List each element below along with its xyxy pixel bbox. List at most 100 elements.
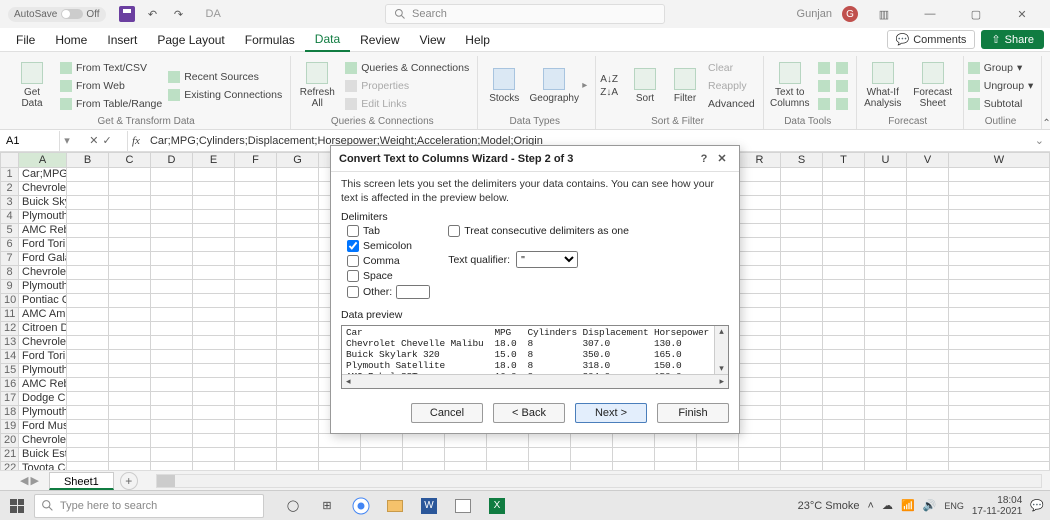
cell[interactable] [151,210,193,224]
cell[interactable] [823,210,865,224]
cell[interactable] [151,448,193,462]
cell[interactable] [949,420,1050,434]
cell[interactable] [949,182,1050,196]
cell[interactable] [67,182,109,196]
dialog-close-button[interactable]: ✕ [713,152,731,165]
za-sort-desc[interactable]: Z↓A [600,87,618,98]
cell[interactable] [277,350,319,364]
cell[interactable] [697,434,739,448]
cell[interactable] [907,350,949,364]
cell[interactable] [109,322,151,336]
cell[interactable] [277,364,319,378]
minimize-button[interactable]: — [910,2,950,26]
cell[interactable]: AMC Ambassador DPL;15.0;8;390.0;190.0;38… [19,308,67,322]
cell[interactable] [865,336,907,350]
cell[interactable] [67,322,109,336]
cell[interactable]: Citroen DS-21 Pallas;0;4;133.0;115.0;309… [19,322,67,336]
cell[interactable] [907,434,949,448]
delim-comma[interactable]: Comma [347,255,430,267]
cell[interactable] [235,308,277,322]
cell[interactable] [235,182,277,196]
cell[interactable] [487,448,529,462]
cell[interactable]: AMC Rebel SST;16.0;8;304.0;150.0;3433.;1… [19,224,67,238]
cell[interactable] [67,266,109,280]
cell[interactable] [823,336,865,350]
cell[interactable] [865,322,907,336]
language-indicator[interactable]: ENG [944,501,964,511]
cell[interactable] [781,378,823,392]
cell[interactable] [823,378,865,392]
cell[interactable] [193,238,235,252]
cell[interactable] [277,210,319,224]
cell[interactable] [193,392,235,406]
cell[interactable] [823,182,865,196]
cell[interactable] [823,364,865,378]
cell[interactable] [949,308,1050,322]
cell[interactable]: Car;MPG;Cylinders;Displacement;Horsepowe… [19,168,67,182]
cell[interactable] [151,378,193,392]
recent-sources[interactable]: Recent Sources [168,69,282,85]
cell[interactable] [907,182,949,196]
cell[interactable] [319,434,361,448]
cell[interactable] [907,196,949,210]
cell[interactable] [865,434,907,448]
cell[interactable] [445,448,487,462]
cell[interactable] [193,336,235,350]
cell[interactable] [235,280,277,294]
cell[interactable] [949,434,1050,448]
cell[interactable] [193,364,235,378]
cell[interactable]: Chevrolet Impala;14.0;8;454.0;220.0;4354… [19,266,67,280]
cell[interactable] [823,322,865,336]
row-header[interactable]: 16 [1,378,19,392]
cell[interactable] [907,210,949,224]
close-button[interactable]: ✕ [1002,2,1042,26]
cell[interactable] [151,434,193,448]
row-header[interactable]: 18 [1,406,19,420]
row-header[interactable]: 21 [1,448,19,462]
notifications-icon[interactable]: 💬 [1030,499,1044,512]
cell[interactable] [193,420,235,434]
cell[interactable] [739,210,781,224]
group-rows[interactable]: Group ▾ [968,60,1034,76]
cell[interactable] [277,392,319,406]
cell[interactable] [277,224,319,238]
tab-data[interactable]: Data [305,28,350,52]
whatif-button[interactable]: What-If Analysis [861,58,905,114]
cell[interactable] [487,434,529,448]
row-header[interactable]: 14 [1,350,19,364]
add-sheet-button[interactable]: + [120,472,138,490]
name-box-dropdown[interactable]: ▾ [60,134,74,147]
cell[interactable] [529,434,571,448]
cell[interactable]: Buick Estate Wagon (sw);14.0;8;455.0;225… [19,448,67,462]
cell[interactable] [949,196,1050,210]
col-header-C[interactable]: C [109,153,151,168]
cell[interactable] [781,266,823,280]
dialog-cancel-button[interactable]: Cancel [411,403,483,423]
cell[interactable] [67,308,109,322]
cell[interactable] [151,168,193,182]
cell[interactable] [151,322,193,336]
cell[interactable] [907,280,949,294]
cell[interactable] [823,420,865,434]
cell[interactable] [739,434,781,448]
tab-view[interactable]: View [410,29,456,51]
cell[interactable] [361,434,403,448]
row-header[interactable]: 19 [1,420,19,434]
flash-fill[interactable] [818,60,830,76]
cell[interactable] [865,168,907,182]
cell[interactable] [193,210,235,224]
row-header[interactable]: 12 [1,322,19,336]
cell[interactable] [865,196,907,210]
dialog-finish-button[interactable]: Finish [657,403,729,423]
cell[interactable] [949,266,1050,280]
cell[interactable] [865,266,907,280]
cell[interactable] [193,168,235,182]
advanced-filter[interactable]: Advanced [708,96,755,112]
cell[interactable] [781,196,823,210]
cell[interactable] [235,210,277,224]
cell[interactable] [907,294,949,308]
weather-widget[interactable]: 23°C Smoke [798,500,860,512]
cell[interactable] [739,266,781,280]
cell[interactable] [277,336,319,350]
cell[interactable] [235,392,277,406]
